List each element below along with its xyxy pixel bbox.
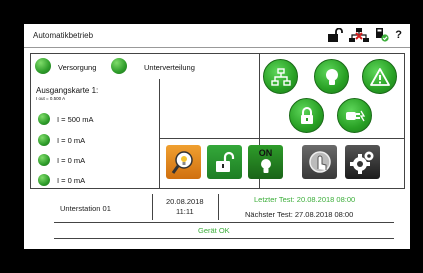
mode-title: Automatikbetrieb [33, 31, 94, 40]
last-test: Letzter Test: 20.08.2018 08:00 [254, 195, 356, 204]
light-button[interactable] [314, 59, 349, 94]
card-subtitle: I out = 0.500 A [36, 96, 66, 101]
warning-button[interactable] [362, 59, 397, 94]
current-date: 20.08.2018 [166, 197, 204, 206]
bulb-icon [325, 68, 338, 85]
output-led [38, 154, 50, 166]
status-divider [54, 238, 394, 239]
output-led [38, 113, 50, 125]
on-label: ON [258, 148, 273, 158]
unterverteilung-label: Unterverteilung [144, 63, 195, 72]
light-on-tile[interactable]: ON [248, 145, 283, 179]
output-led [38, 134, 50, 146]
search-light-tile[interactable] [166, 145, 201, 179]
plug-button[interactable] [337, 98, 372, 133]
output-led [38, 174, 50, 186]
next-test: Nächster Test: 27.08.2018 08:00 [245, 210, 354, 219]
unlock-icon[interactable] [327, 28, 344, 42]
network-error-icon[interactable] [349, 28, 370, 42]
plug-icon [345, 110, 365, 121]
panel-border-right [404, 53, 405, 189]
versorgung-label: Versorgung [58, 63, 97, 72]
help-icon[interactable]: ? [395, 29, 402, 41]
unlock-tile-icon [215, 151, 234, 172]
output-label: I = 0 mA [57, 136, 86, 145]
card-title: Ausgangskarte 1: [36, 86, 99, 95]
status-divider [54, 222, 394, 223]
lock-button[interactable] [289, 98, 324, 133]
panel-border-bottom [30, 188, 404, 189]
lock-icon [300, 106, 313, 124]
panel-border-top [30, 53, 404, 54]
touch-tile[interactable] [302, 145, 337, 179]
network-button[interactable] [263, 59, 298, 94]
footer-divider [152, 194, 153, 220]
output-label: I = 0 mA [57, 176, 86, 185]
device-bezel: Automatikbetrieb ? Versorgung Unterverte… [0, 0, 423, 273]
footer-divider [218, 194, 219, 220]
touch-icon [308, 151, 331, 173]
panel-border-left [30, 53, 31, 189]
output-label: I = 0 mA [57, 156, 86, 165]
current-time: 11:11 [176, 207, 194, 216]
unterverteilung-led [111, 58, 127, 74]
output-label: I = 500 mA [57, 115, 94, 124]
device-check-icon[interactable] [375, 28, 389, 42]
versorgung-led [35, 58, 51, 74]
device-status: Gerät OK [198, 226, 230, 235]
settings-tile[interactable] [345, 145, 380, 179]
actions-divider [160, 138, 404, 139]
unlock-tile[interactable] [207, 145, 242, 179]
bulb-on-icon [260, 159, 271, 173]
header-divider [24, 47, 410, 48]
hmi-screen: Automatikbetrieb ? Versorgung Unterverte… [24, 24, 410, 249]
station-name: Unterstation 01 [60, 204, 111, 213]
network-icon [270, 67, 291, 86]
warning-icon [369, 67, 390, 86]
header-status-icons: ? [327, 27, 402, 43]
settings-icon [349, 151, 373, 174]
status-column-divider [159, 79, 160, 189]
search-bulb-icon [171, 151, 193, 174]
